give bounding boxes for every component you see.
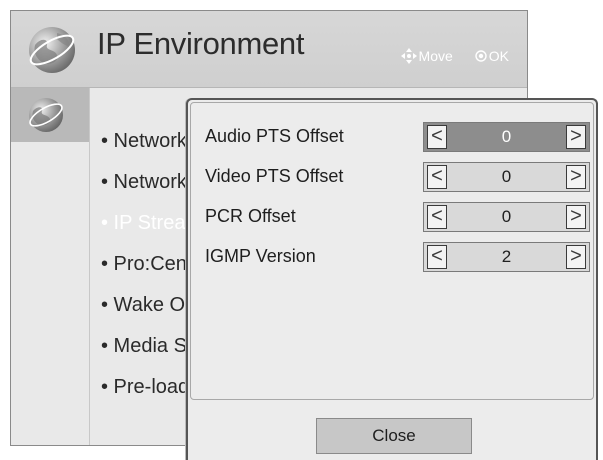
audio-pts-offset-stepper[interactable]: < 0 > [423, 122, 590, 152]
decrement-button[interactable]: < [427, 165, 447, 189]
video-pts-offset-stepper[interactable]: < 0 > [423, 162, 590, 192]
setting-row-audio-pts-offset: Audio PTS Offset < 0 > [191, 120, 593, 156]
key-hints: Move OK [400, 48, 509, 64]
stepper-value: 0 [501, 167, 512, 186]
four-way-arrow-icon [400, 48, 417, 64]
decrement-button[interactable]: < [427, 125, 447, 149]
setting-label: IGMP Version [205, 246, 316, 266]
settings-panel: Audio PTS Offset < 0 > Video PTS Offset … [190, 102, 594, 400]
increment-button[interactable]: > [566, 245, 586, 269]
screen: IP Environment Move OK • Network Setting… [0, 0, 603, 460]
setting-row-video-pts-offset: Video PTS Offset < 0 > [191, 160, 593, 196]
increment-button[interactable]: > [566, 205, 586, 229]
close-button[interactable]: Close [316, 418, 472, 454]
igmp-version-stepper[interactable]: < 2 > [423, 242, 590, 272]
ip-stream-settings-dialog: Audio PTS Offset < 0 > Video PTS Offset … [186, 98, 598, 460]
pcr-offset-stepper[interactable]: < 0 > [423, 202, 590, 232]
globe-icon [29, 98, 63, 132]
page-title: IP Environment [97, 26, 305, 61]
sidebar-divider [89, 88, 90, 445]
setting-label: PCR Offset [205, 206, 296, 226]
setting-label: Audio PTS Offset [205, 126, 344, 146]
ok-hint-label: OK [488, 48, 509, 64]
decrement-button[interactable]: < [427, 245, 447, 269]
increment-button[interactable]: > [566, 125, 586, 149]
decrement-button[interactable]: < [427, 205, 447, 229]
title-bar: IP Environment Move OK [11, 11, 527, 88]
increment-button[interactable]: > [566, 165, 586, 189]
sidebar [11, 88, 89, 445]
setting-label: Video PTS Offset [205, 166, 344, 186]
globe-icon [29, 27, 75, 73]
stepper-value: 0 [501, 207, 512, 226]
stepper-value: 2 [501, 247, 512, 266]
move-hint-label: Move [418, 48, 453, 64]
setting-row-igmp-version: IGMP Version < 2 > [191, 240, 593, 276]
setting-row-pcr-offset: PCR Offset < 0 > [191, 200, 593, 236]
stepper-value: 0 [501, 127, 512, 146]
ok-circle-icon [475, 50, 487, 62]
sidebar-tab-network[interactable] [11, 88, 89, 142]
